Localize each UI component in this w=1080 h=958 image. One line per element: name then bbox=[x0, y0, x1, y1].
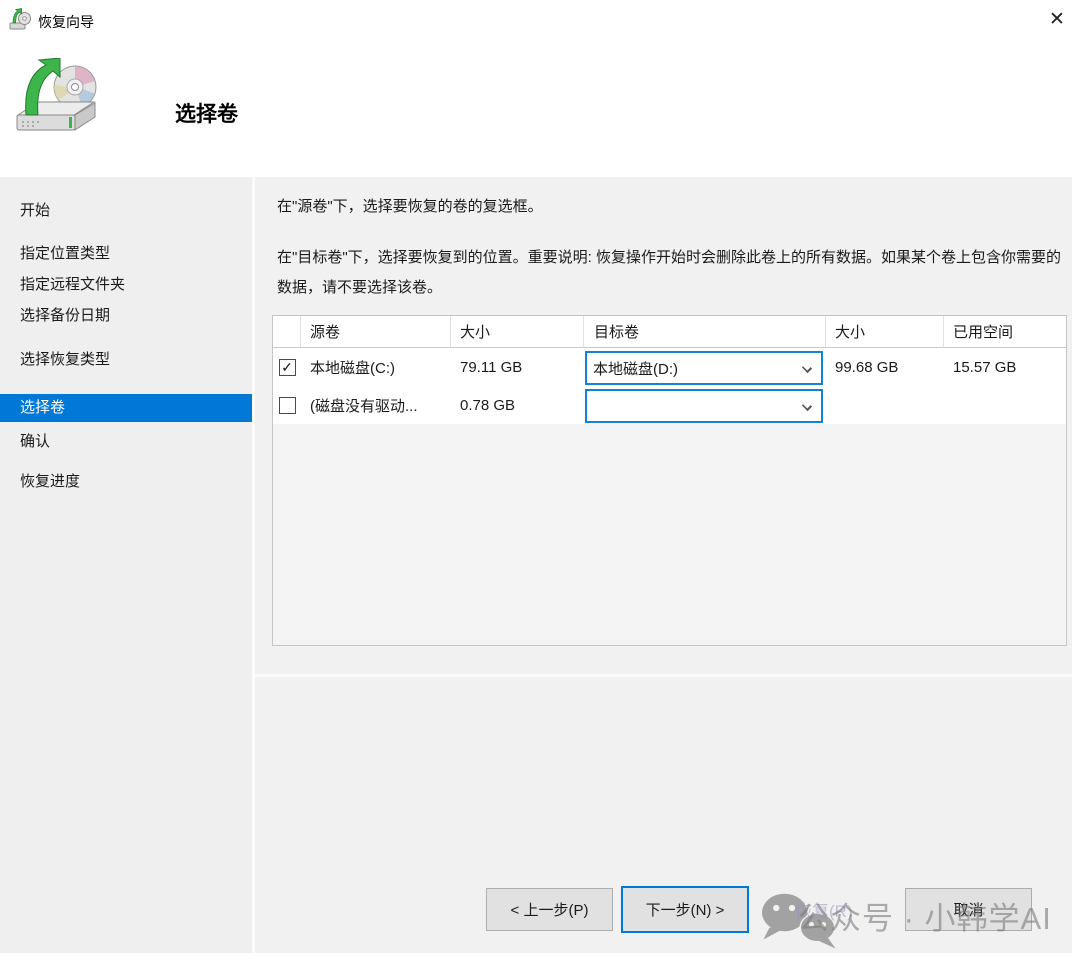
step-specify-location-type: 指定位置类型 bbox=[0, 243, 252, 265]
column-header-target-volume[interactable]: 目标卷 bbox=[584, 316, 826, 347]
titlebar: 恢复向导 ✕ bbox=[0, 0, 1080, 40]
table-row[interactable]: (磁盘没有驱动... 0.78 GB bbox=[273, 386, 1066, 424]
instruction-source-volume: 在"源卷"下，选择要恢复的卷的复选框。 bbox=[277, 195, 543, 216]
wizard-steps: 开始 指定位置类型 指定远程文件夹 选择备份日期 选择恢复类型 选择卷 确认 恢… bbox=[0, 177, 252, 953]
volume-checkbox[interactable]: ✓ bbox=[279, 359, 296, 376]
window-bottom-edge bbox=[0, 953, 1080, 958]
restore-app-icon bbox=[8, 8, 32, 32]
restore-volume-icon bbox=[8, 58, 108, 143]
target-size-cell: 99.68 GB bbox=[826, 348, 944, 386]
source-volume-cell: 本地磁盘(C:) bbox=[301, 348, 451, 386]
target-volume-dropdown[interactable]: 本地磁盘(D:) bbox=[585, 351, 823, 385]
window-right-edge bbox=[1072, 177, 1080, 958]
chevron-down-icon bbox=[802, 363, 812, 373]
footer-divider bbox=[255, 674, 1072, 677]
target-volume-cell bbox=[584, 386, 826, 424]
next-button[interactable]: 下一步(N) > bbox=[621, 886, 749, 933]
column-header-size[interactable]: 大小 bbox=[451, 316, 584, 347]
step-select-backup-date: 选择备份日期 bbox=[0, 305, 252, 327]
column-header-checkbox bbox=[273, 316, 301, 347]
step-confirmation: 确认 bbox=[0, 431, 252, 453]
size-cell: 0.78 GB bbox=[451, 386, 584, 424]
chevron-down-icon bbox=[802, 401, 812, 411]
step-specify-remote-folder: 指定远程文件夹 bbox=[0, 274, 252, 296]
volume-checkbox[interactable] bbox=[279, 397, 296, 414]
used-space-cell: 15.57 GB bbox=[944, 348, 1066, 386]
column-header-source-volume[interactable]: 源卷 bbox=[301, 316, 451, 347]
back-button[interactable]: < 上一步(P) bbox=[486, 888, 613, 931]
column-header-used-space[interactable]: 已用空间 bbox=[944, 316, 1066, 347]
window-title: 恢复向导 bbox=[38, 12, 94, 32]
step-select-recovery-type: 选择恢复类型 bbox=[0, 349, 252, 371]
wizard-header: 选择卷 bbox=[0, 40, 1080, 177]
volumes-table: 源卷 大小 目标卷 大小 已用空间 ✓ 本地磁盘(C:) 79.11 GB 本地… bbox=[272, 315, 1067, 646]
table-empty-area bbox=[273, 424, 1066, 645]
target-volume-cell: 本地磁盘(D:) bbox=[584, 348, 826, 386]
row-checkbox-cell: ✓ bbox=[273, 348, 301, 386]
close-icon[interactable]: ✕ bbox=[1042, 6, 1072, 34]
recovery-wizard-window: 恢复向导 ✕ bbox=[0, 0, 1080, 958]
used-space-cell bbox=[944, 386, 1066, 424]
wizard-body: 开始 指定位置类型 指定远程文件夹 选择备份日期 选择恢复类型 选择卷 确认 恢… bbox=[0, 177, 1072, 953]
target-volume-dropdown[interactable] bbox=[585, 389, 823, 423]
table-header-row: 源卷 大小 目标卷 大小 已用空间 bbox=[273, 316, 1066, 348]
table-row[interactable]: ✓ 本地磁盘(C:) 79.11 GB 本地磁盘(D:) 99.68 GB 15… bbox=[273, 348, 1066, 386]
step-recovery-progress: 恢复进度 bbox=[0, 471, 252, 493]
column-header-size-2[interactable]: 大小 bbox=[826, 316, 944, 347]
page-title: 选择卷 bbox=[175, 98, 238, 128]
target-volume-dropdown-value: 本地磁盘(D:) bbox=[593, 358, 678, 379]
main-panel: 在"源卷"下，选择要恢复的卷的复选框。 在"目标卷"下，选择要恢复到的位置。重要… bbox=[255, 177, 1072, 953]
target-size-cell bbox=[826, 386, 944, 424]
size-cell: 79.11 GB bbox=[451, 348, 584, 386]
source-volume-cell: (磁盘没有驱动... bbox=[301, 386, 451, 424]
cancel-button[interactable]: 取消 bbox=[905, 888, 1032, 931]
step-start: 开始 bbox=[0, 200, 252, 222]
instruction-target-volume: 在"目标卷"下，选择要恢复到的位置。重要说明: 恢复操作开始时会删除此卷上的所有… bbox=[277, 243, 1067, 303]
row-checkbox-cell bbox=[273, 386, 301, 424]
step-select-volumes: 选择卷 bbox=[0, 394, 252, 422]
